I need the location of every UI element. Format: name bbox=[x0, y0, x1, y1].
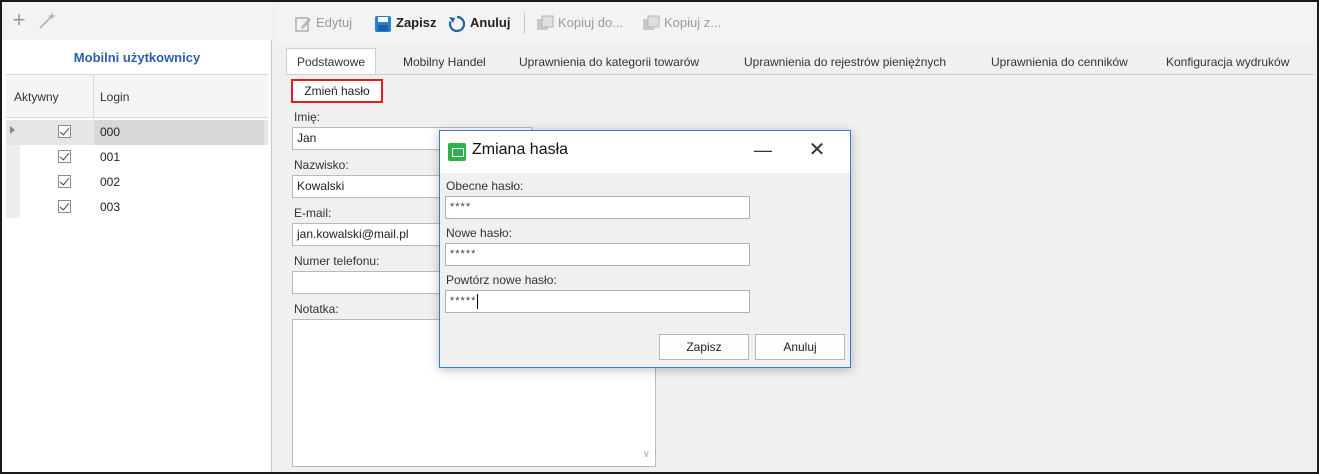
active-checkbox[interactable] bbox=[58, 150, 71, 163]
phone-label: Numer telefonu: bbox=[294, 254, 380, 268]
plus-icon[interactable]: + bbox=[8, 9, 30, 32]
cancel-button[interactable]: Anuluj bbox=[448, 12, 510, 34]
table-row[interactable]: 001 bbox=[6, 145, 268, 170]
tab-konfiguracja-wydrukow[interactable]: Konfiguracja wydruków bbox=[1155, 48, 1300, 74]
basket-icon bbox=[448, 143, 466, 161]
text-cursor bbox=[477, 293, 479, 309]
copy-from-icon bbox=[643, 15, 660, 30]
column-header-login[interactable]: Login bbox=[100, 75, 129, 119]
new-password-label: Nowe hasło: bbox=[446, 226, 513, 240]
copy-to-icon bbox=[537, 15, 554, 30]
row-indicator-icon bbox=[10, 126, 15, 134]
users-panel: + Mobilni użytkownicy Aktywny Login 000 … bbox=[2, 2, 272, 472]
dialog-titlebar[interactable]: Zmiana hasła — ✕ bbox=[440, 131, 850, 173]
tab-mobilny-handel[interactable]: Mobilny Handel bbox=[392, 48, 497, 74]
app-window: + Mobilni użytkownicy Aktywny Login 000 … bbox=[0, 0, 1319, 474]
close-icon[interactable]: ✕ bbox=[802, 137, 832, 165]
table-row[interactable]: 002 bbox=[6, 170, 268, 195]
tab-podstawowe[interactable]: Podstawowe bbox=[286, 48, 377, 74]
login-cell: 003 bbox=[100, 200, 121, 214]
repeat-password-field[interactable]: ***** bbox=[445, 290, 750, 313]
copy-from-label: Kopiuj z... bbox=[664, 15, 722, 30]
copy-to-label: Kopiuj do... bbox=[558, 15, 624, 30]
login-cell: 000 bbox=[94, 120, 264, 145]
tab-rejestry-pieniezne[interactable]: Uprawnienia do rejestrów pieniężnych bbox=[733, 48, 957, 74]
undo-icon bbox=[448, 15, 466, 32]
grid-empty-area bbox=[6, 218, 268, 468]
cancel-label: Anuluj bbox=[470, 15, 511, 30]
column-header-active[interactable]: Aktywny bbox=[14, 75, 59, 119]
tab-kategorie-towarow[interactable]: Uprawnienia do kategorii towarów bbox=[508, 48, 710, 74]
details-toolbar: Edytuj Zapisz Anuluj Kopiuj do... Kopiuj… bbox=[274, 2, 1317, 42]
table-row[interactable]: 003 bbox=[6, 195, 268, 220]
copy-to-button[interactable]: Kopiuj do... bbox=[536, 12, 623, 34]
toolbar-separator bbox=[524, 12, 525, 34]
magic-wand-icon[interactable] bbox=[36, 10, 58, 32]
grid-header: Aktywny Login bbox=[6, 74, 268, 119]
repeat-password-label: Powtórz nowe hasło: bbox=[446, 273, 557, 287]
dialog-title: Zmiana hasła bbox=[472, 141, 569, 158]
save-icon bbox=[375, 15, 391, 32]
dialog-save-button[interactable]: Zapisz bbox=[659, 334, 749, 360]
panel-title: Mobilni użytkownicy bbox=[73, 50, 201, 65]
current-password-field[interactable]: **** bbox=[445, 196, 750, 219]
notes-label: Notatka: bbox=[294, 302, 339, 316]
table-row[interactable]: 000 bbox=[6, 120, 268, 145]
edit-button[interactable]: Edytuj bbox=[294, 12, 352, 34]
dialog-cancel-button[interactable]: Anuluj bbox=[755, 334, 845, 360]
users-grid: 000 001 002 003 bbox=[6, 120, 268, 216]
change-password-dialog: Zmiana hasła — ✕ Obecne hasło: **** Nowe… bbox=[439, 130, 851, 368]
email-label: E-mail: bbox=[294, 206, 332, 220]
first-name-label: Imię: bbox=[294, 110, 321, 124]
copy-from-button[interactable]: Kopiuj z... bbox=[642, 12, 721, 34]
login-cell: 002 bbox=[100, 175, 121, 189]
repeat-password-value: ***** bbox=[450, 295, 477, 307]
last-name-label: Nazwisko: bbox=[294, 158, 349, 172]
active-checkbox[interactable] bbox=[58, 175, 71, 188]
active-checkbox[interactable] bbox=[58, 125, 71, 138]
new-password-field[interactable]: ***** bbox=[445, 243, 750, 266]
save-label: Zapisz bbox=[396, 15, 437, 30]
save-button[interactable]: Zapisz bbox=[374, 12, 436, 34]
column-divider bbox=[93, 75, 94, 119]
active-checkbox[interactable] bbox=[58, 200, 71, 213]
current-password-label: Obecne hasło: bbox=[446, 179, 524, 193]
login-cell: 001 bbox=[100, 150, 121, 164]
users-toolbar: + bbox=[2, 2, 272, 40]
tab-cenniki[interactable]: Uprawnienia do cenników bbox=[980, 48, 1139, 74]
change-password-button[interactable]: Zmień hasło bbox=[291, 79, 383, 103]
minimize-icon[interactable]: — bbox=[748, 137, 778, 165]
chevron-down-icon[interactable]: ∨ bbox=[643, 449, 650, 460]
edit-label: Edytuj bbox=[316, 15, 353, 30]
edit-icon bbox=[295, 16, 311, 32]
